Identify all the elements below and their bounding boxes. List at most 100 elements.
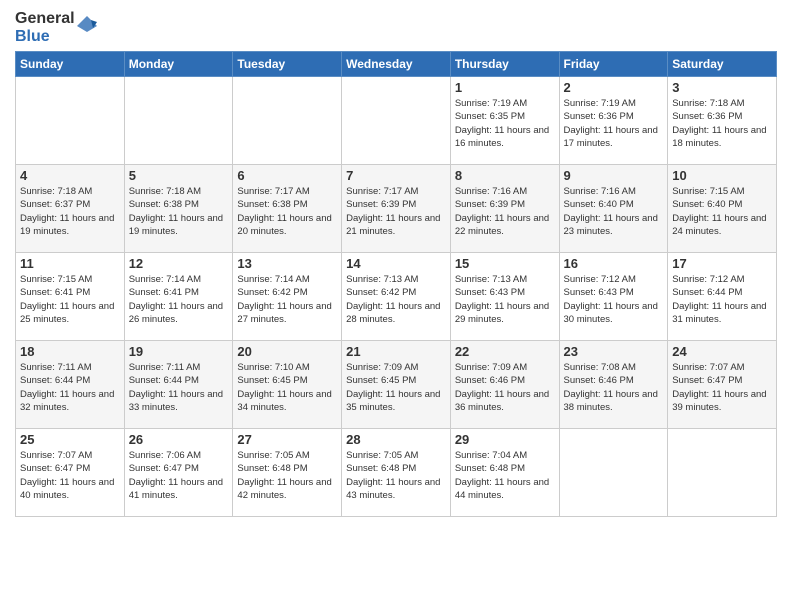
day-number: 1: [455, 80, 555, 95]
day-number: 29: [455, 432, 555, 447]
weekday-header-saturday: Saturday: [668, 52, 777, 77]
calendar-cell: 27Sunrise: 7:05 AM Sunset: 6:48 PM Dayli…: [233, 429, 342, 517]
day-number: 6: [237, 168, 337, 183]
calendar-cell: 7 Sunrise: 7:17 AM Sunset: 6:39 PM Daylig…: [342, 165, 451, 253]
calendar-table: SundayMondayTuesdayWednesdayThursdayFrid…: [15, 51, 777, 517]
calendar-cell: 23 Sunrise: 7:08 AM Sunset: 6:46 PM Dayli…: [559, 341, 668, 429]
day-info: Sunrise: 7:11 AM Sunset: 6:44 PM Dayligh…: [129, 361, 229, 414]
day-info: Sunrise: 7:12 AM Sunset: 6:44 PM Dayligh…: [672, 273, 772, 326]
day-number: 11: [20, 256, 120, 271]
calendar-cell: [124, 77, 233, 165]
calendar-cell: 16Sunrise: 7:12 AM Sunset: 6:43 PM Dayli…: [559, 253, 668, 341]
logo: General Blue: [15, 10, 97, 45]
calendar-cell: 10 Sunrise: 7:15 AM Sunset: 6:40 PM Dayli…: [668, 165, 777, 253]
day-info: Sunrise: 7:15 AM Sunset: 6:40 PM Dayligh…: [672, 185, 772, 238]
weekday-header-row: SundayMondayTuesdayWednesdayThursdayFrid…: [16, 52, 777, 77]
day-number: 24: [672, 344, 772, 359]
calendar-cell: 12 Sunrise: 7:14 AM Sunset: 6:41 PM Dayli…: [124, 253, 233, 341]
day-info: Sunrise: 7:09 AM Sunset: 6:46 PM Dayligh…: [455, 361, 555, 414]
calendar-cell: 15Sunrise: 7:13 AM Sunset: 6:43 PM Dayli…: [450, 253, 559, 341]
weekday-header-friday: Friday: [559, 52, 668, 77]
week-row-4: 25 Sunrise: 7:07 AM Sunset: 6:47 PM Dayli…: [16, 429, 777, 517]
calendar-cell: 18 Sunrise: 7:11 AM Sunset: 6:44 PM Dayli…: [16, 341, 125, 429]
calendar-cell: 13 Sunrise: 7:14 AM Sunset: 6:42 PM Dayli…: [233, 253, 342, 341]
calendar-cell: 6 Sunrise: 7:17 AM Sunset: 6:38 PM Daylig…: [233, 165, 342, 253]
day-number: 17: [672, 256, 772, 271]
calendar-cell: 4 Sunrise: 7:18 AM Sunset: 6:37 PM Daylig…: [16, 165, 125, 253]
calendar-cell: 19 Sunrise: 7:11 AM Sunset: 6:44 PM Dayli…: [124, 341, 233, 429]
calendar-cell: 22 Sunrise: 7:09 AM Sunset: 6:46 PM Dayli…: [450, 341, 559, 429]
day-number: 5: [129, 168, 229, 183]
logo-bird-icon: [77, 14, 97, 42]
week-row-2: 11 Sunrise: 7:15 AM Sunset: 6:41 PM Dayli…: [16, 253, 777, 341]
calendar-cell: 29 Sunrise: 7:04 AM Sunset: 6:48 PM Dayli…: [450, 429, 559, 517]
day-info: Sunrise: 7:17 AM Sunset: 6:38 PM Dayligh…: [237, 185, 337, 238]
day-info: Sunrise: 7:18 AM Sunset: 6:38 PM Dayligh…: [129, 185, 229, 238]
calendar-cell: 28 Sunrise: 7:05 AM Sunset: 6:48 PM Dayli…: [342, 429, 451, 517]
day-info: Sunrise: 7:14 AM Sunset: 6:42 PM Dayligh…: [237, 273, 337, 326]
week-row-1: 4 Sunrise: 7:18 AM Sunset: 6:37 PM Daylig…: [16, 165, 777, 253]
day-info: Sunrise: 7:15 AM Sunset: 6:41 PM Dayligh…: [20, 273, 120, 326]
calendar-cell: 21Sunrise: 7:09 AM Sunset: 6:45 PM Dayli…: [342, 341, 451, 429]
day-info: Sunrise: 7:06 AM Sunset: 6:47 PM Dayligh…: [129, 449, 229, 502]
day-info: Sunrise: 7:09 AM Sunset: 6:45 PM Dayligh…: [346, 361, 446, 414]
calendar-cell: [668, 429, 777, 517]
day-info: Sunrise: 7:11 AM Sunset: 6:44 PM Dayligh…: [20, 361, 120, 414]
calendar-cell: 8Sunrise: 7:16 AM Sunset: 6:39 PM Daylig…: [450, 165, 559, 253]
calendar-cell: 2 Sunrise: 7:19 AM Sunset: 6:36 PM Daylig…: [559, 77, 668, 165]
day-number: 2: [564, 80, 664, 95]
day-number: 19: [129, 344, 229, 359]
calendar-cell: 25 Sunrise: 7:07 AM Sunset: 6:47 PM Dayli…: [16, 429, 125, 517]
day-info: Sunrise: 7:18 AM Sunset: 6:36 PM Dayligh…: [672, 97, 772, 150]
day-number: 12: [129, 256, 229, 271]
day-number: 3: [672, 80, 772, 95]
day-number: 18: [20, 344, 120, 359]
calendar-cell: 24Sunrise: 7:07 AM Sunset: 6:47 PM Dayli…: [668, 341, 777, 429]
calendar-cell: 14 Sunrise: 7:13 AM Sunset: 6:42 PM Dayli…: [342, 253, 451, 341]
calendar-cell: [233, 77, 342, 165]
logo-general: General: [15, 10, 75, 28]
day-info: Sunrise: 7:18 AM Sunset: 6:37 PM Dayligh…: [20, 185, 120, 238]
week-row-0: 1Sunrise: 7:19 AM Sunset: 6:35 PM Daylig…: [16, 77, 777, 165]
day-number: 20: [237, 344, 337, 359]
day-number: 10: [672, 168, 772, 183]
calendar-cell: 26 Sunrise: 7:06 AM Sunset: 6:47 PM Dayli…: [124, 429, 233, 517]
weekday-header-monday: Monday: [124, 52, 233, 77]
day-info: Sunrise: 7:10 AM Sunset: 6:45 PM Dayligh…: [237, 361, 337, 414]
calendar-cell: 9 Sunrise: 7:16 AM Sunset: 6:40 PM Daylig…: [559, 165, 668, 253]
day-info: Sunrise: 7:07 AM Sunset: 6:47 PM Dayligh…: [20, 449, 120, 502]
day-number: 14: [346, 256, 446, 271]
weekday-header-wednesday: Wednesday: [342, 52, 451, 77]
weekday-header-thursday: Thursday: [450, 52, 559, 77]
day-info: Sunrise: 7:04 AM Sunset: 6:48 PM Dayligh…: [455, 449, 555, 502]
calendar-cell: [342, 77, 451, 165]
day-number: 25: [20, 432, 120, 447]
calendar-cell: 11 Sunrise: 7:15 AM Sunset: 6:41 PM Dayli…: [16, 253, 125, 341]
day-info: Sunrise: 7:05 AM Sunset: 6:48 PM Dayligh…: [346, 449, 446, 502]
day-info: Sunrise: 7:13 AM Sunset: 6:42 PM Dayligh…: [346, 273, 446, 326]
day-info: Sunrise: 7:16 AM Sunset: 6:40 PM Dayligh…: [564, 185, 664, 238]
day-info: Sunrise: 7:08 AM Sunset: 6:46 PM Dayligh…: [564, 361, 664, 414]
weekday-header-tuesday: Tuesday: [233, 52, 342, 77]
day-number: 28: [346, 432, 446, 447]
day-number: 22: [455, 344, 555, 359]
calendar-cell: 20 Sunrise: 7:10 AM Sunset: 6:45 PM Dayli…: [233, 341, 342, 429]
day-info: Sunrise: 7:14 AM Sunset: 6:41 PM Dayligh…: [129, 273, 229, 326]
day-number: 16: [564, 256, 664, 271]
day-number: 23: [564, 344, 664, 359]
calendar-cell: 5 Sunrise: 7:18 AM Sunset: 6:38 PM Daylig…: [124, 165, 233, 253]
day-number: 9: [564, 168, 664, 183]
calendar-cell: [559, 429, 668, 517]
day-number: 8: [455, 168, 555, 183]
day-number: 7: [346, 168, 446, 183]
day-info: Sunrise: 7:13 AM Sunset: 6:43 PM Dayligh…: [455, 273, 555, 326]
day-info: Sunrise: 7:05 AM Sunset: 6:48 PM Dayligh…: [237, 449, 337, 502]
day-info: Sunrise: 7:19 AM Sunset: 6:36 PM Dayligh…: [564, 97, 664, 150]
day-number: 13: [237, 256, 337, 271]
day-info: Sunrise: 7:17 AM Sunset: 6:39 PM Dayligh…: [346, 185, 446, 238]
week-row-3: 18 Sunrise: 7:11 AM Sunset: 6:44 PM Dayli…: [16, 341, 777, 429]
day-number: 26: [129, 432, 229, 447]
logo-svg: General Blue: [15, 10, 97, 45]
day-number: 4: [20, 168, 120, 183]
calendar-cell: 17 Sunrise: 7:12 AM Sunset: 6:44 PM Dayli…: [668, 253, 777, 341]
